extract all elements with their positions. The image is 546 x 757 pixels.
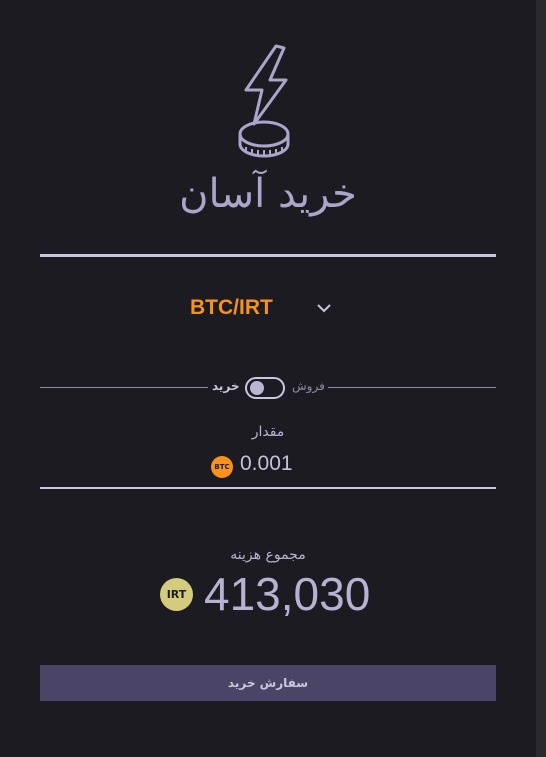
pair-selector[interactable]: BTC/IRT (40, 290, 496, 330)
chevron-down-icon[interactable] (316, 302, 332, 314)
page-title: خرید آسان (179, 171, 357, 217)
btc-coin-icon: BTC (211, 456, 233, 478)
buy-sell-toggle-row: خرید فروش (40, 374, 496, 402)
pair-label: BTC/IRT (190, 296, 273, 319)
toggle-divider-right (328, 387, 496, 388)
lightning-coin-icon (238, 44, 290, 158)
amount-underline (40, 487, 496, 489)
scrollbar[interactable] (536, 0, 546, 757)
buy-label[interactable]: خرید (212, 379, 240, 393)
toggle-divider-left (40, 387, 208, 388)
header-divider (40, 254, 496, 257)
amount-label: مقدار (251, 424, 285, 440)
irt-coin-icon: IRT (160, 578, 193, 611)
total-cost-label: مجموع هزینه (230, 547, 306, 563)
submit-buy-order-button[interactable]: سفارش خرید (40, 665, 496, 701)
amount-value[interactable]: 0.001 (240, 452, 293, 476)
total-cost-value: 413,030 (204, 568, 371, 620)
buy-sell-switch[interactable] (245, 377, 285, 399)
amount-input[interactable]: BTC 0.001 (0, 452, 536, 478)
sell-label[interactable]: فروش (292, 379, 325, 393)
total-cost: IRT 413,030 (0, 568, 536, 622)
switch-knob (250, 381, 264, 395)
